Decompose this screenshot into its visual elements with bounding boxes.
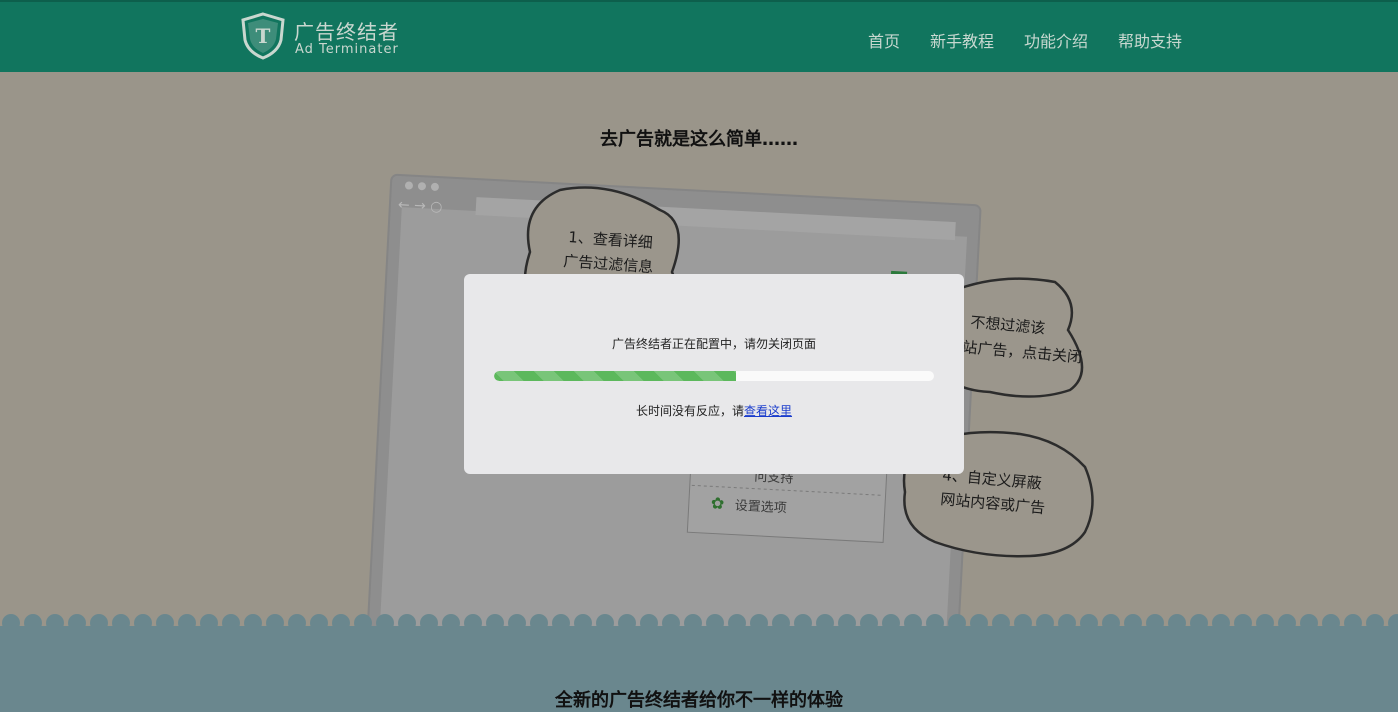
config-progress-bar: [494, 371, 934, 381]
config-message: 广告终结者正在配置中，请勿关闭页面: [464, 335, 964, 352]
progress-fill: [494, 371, 736, 381]
nav-help[interactable]: 帮助支持: [1118, 28, 1182, 52]
help-line: 长时间没有反应，请查看这里: [464, 402, 964, 419]
features-title: 全新的广告终结者给你不一样的体验: [0, 686, 1398, 712]
logo-subtitle: Ad Terminater: [295, 42, 399, 57]
main-nav: 首页 新手教程 功能介绍 帮助支持: [868, 28, 1182, 52]
features-section: 全新的广告终结者给你不一样的体验: [0, 628, 1398, 712]
gear-icon: ✿: [710, 493, 724, 513]
site-logo[interactable]: T 广告终结者 Ad Terminater: [240, 12, 410, 62]
help-link[interactable]: 查看这里: [744, 404, 792, 418]
logo-title: 广告终结者: [294, 16, 399, 45]
help-prefix: 长时间没有反应，请: [636, 404, 744, 418]
svg-text:T: T: [256, 24, 271, 48]
site-header: T 广告终结者 Ad Terminater 首页 新手教程 功能介绍 帮助支持: [0, 0, 1398, 72]
nav-features[interactable]: 功能介绍: [1024, 28, 1088, 52]
svg-text:← → ○: ← → ○: [398, 197, 443, 215]
nav-home[interactable]: 首页: [868, 28, 900, 52]
menu-item-settings: 设置选项: [734, 499, 787, 517]
shield-logo-icon: T: [240, 12, 286, 60]
nav-tutorial[interactable]: 新手教程: [930, 28, 994, 52]
config-modal: 广告终结者正在配置中，请勿关闭页面 长时间没有反应，请查看这里: [464, 274, 964, 474]
